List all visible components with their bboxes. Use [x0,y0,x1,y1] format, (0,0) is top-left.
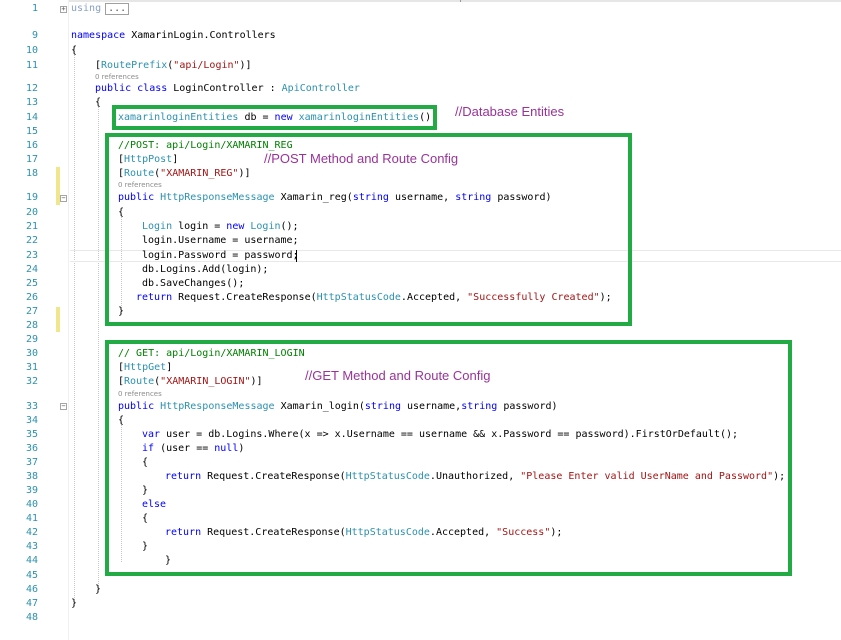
public-keyword: public [95,83,132,94]
line-number: 47 [25,598,38,609]
indent-guide [98,106,99,592]
code-line-12[interactable]: public class LoginController : ApiContro… [95,83,360,95]
brace: } [95,584,102,595]
line-number: 26 [25,292,38,303]
line-number: 34 [25,415,38,426]
collapsed-using-region[interactable]: ... [105,3,130,15]
line-number: 45 [25,570,38,581]
route-prefix-attribute: RoutePrefix [101,60,168,71]
line-number: 11 [25,60,38,71]
namespace-keyword: namespace [71,30,126,41]
line-number: 36 [25,443,38,454]
line-number: 30 [25,348,38,359]
line-number: 41 [25,513,38,524]
get-method-annotation: //GET Method and Route Config [305,368,491,383]
line-number: 9 [31,30,38,41]
collapse-region-icon[interactable]: − [60,195,67,202]
code-line-46[interactable]: } [95,584,101,596]
line-number: 35 [25,429,38,440]
line-number: 24 [25,264,38,275]
using-keyword: using [71,3,102,14]
line-number: 16 [25,140,38,151]
line-number: 13 [25,97,38,108]
line-number: 38 [25,471,38,482]
code-line-47[interactable]: } [71,598,77,610]
code-line-10[interactable]: { [71,45,77,57]
line-number: 31 [25,362,38,373]
code-line-1[interactable]: using... [71,3,130,15]
line-number: 44 [25,555,38,566]
line-number: 37 [25,457,38,468]
line-number: 27 [25,306,38,317]
line-number: 22 [25,235,38,246]
line-number: 12 [25,83,38,94]
collapse-region-icon[interactable]: − [60,403,67,410]
line-number: 25 [25,278,38,289]
line-number: 33 [25,401,38,412]
bracket: )] [239,60,252,71]
expand-region-icon[interactable]: + [60,6,67,13]
line-number: 14 [25,112,38,123]
db-entities-annotation: //Database Entities [455,104,565,119]
scroll-marker [460,0,461,2]
base-class: ApiController [281,83,360,94]
gutter-separator [68,0,69,640]
line-number: 40 [25,499,38,510]
class-name: LoginController : [167,83,282,94]
post-method-annotation: //POST Method and Route Config [264,151,459,166]
editor-top-border [0,0,841,2]
line-number: 15 [25,126,38,137]
line-number: 43 [25,541,38,552]
line-number: 42 [25,527,38,538]
class-keyword: class [137,83,168,94]
line-number: 1 [31,3,38,14]
line-number: 46 [25,584,38,595]
brace: { [95,97,102,108]
line-number: 32 [25,376,38,387]
code-line-11[interactable]: [RoutePrefix("api/Login")] [95,60,252,72]
line-number: 18 [25,168,38,179]
db-entities-highlight-box [112,105,437,130]
line-number: 28 [25,320,38,331]
brace: } [71,598,78,609]
change-marker [56,307,60,332]
codelens-references[interactable]: 0 references [95,73,139,82]
line-number: 20 [25,207,38,218]
line-number: 17 [25,154,38,165]
code-line-9[interactable]: namespace XamarinLogin.Controllers [71,30,276,42]
line-number: 23 [25,250,38,261]
line-number: 21 [25,221,38,232]
indent-guide [74,46,75,606]
line-number: 48 [25,612,38,623]
line-number: 29 [25,334,38,345]
line-number: 10 [25,45,38,56]
line-number: 39 [25,485,38,496]
code-line-13[interactable]: { [95,97,101,109]
brace: { [71,45,78,56]
namespace-name: XamarinLogin.Controllers [125,30,276,41]
route-prefix-string: "api/Login" [173,60,240,71]
line-number: 19 [25,192,38,203]
